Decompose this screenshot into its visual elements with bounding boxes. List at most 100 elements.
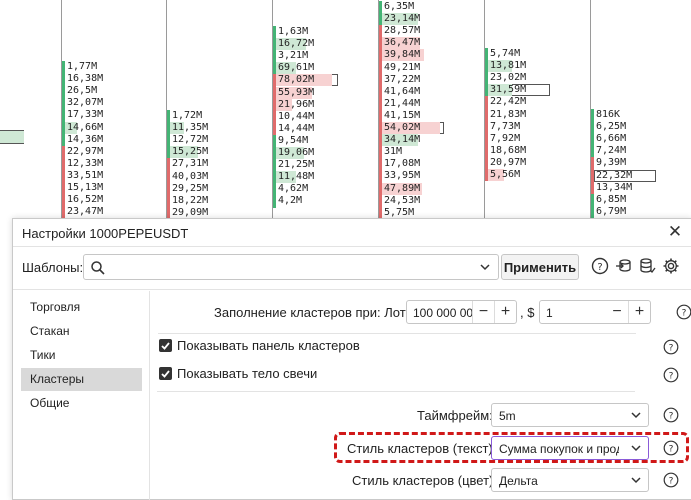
sidebar-item-clusters[interactable]: Кластеры (21, 368, 142, 391)
cluster-value: 29,25M (172, 182, 209, 194)
svg-text:?: ? (669, 372, 674, 382)
cluster-cell: 11,48M (276, 171, 338, 184)
sidebar-item-general[interactable]: Общие (21, 392, 142, 415)
cluster-value: 17,08M (384, 158, 421, 170)
style-text-select[interactable]: Сумма покупок и продаж (491, 436, 649, 460)
cluster-column: 6,35M 23,14M 28,57M 36,47M 39,84M 49,21M 37,22… (378, 0, 486, 225)
close-icon[interactable]: ✕ (665, 222, 685, 242)
apply-button[interactable]: Применить (501, 254, 579, 280)
cluster-value: 17,33M (67, 109, 104, 121)
fill-lots-increment-button[interactable]: + (494, 301, 516, 323)
cluster-value: 18,68M (490, 144, 527, 156)
cluster-cell: 47,89M (382, 182, 444, 195)
cluster-value: 37,22M (384, 73, 421, 85)
cluster-value: 21,83M (490, 108, 527, 120)
cluster-value: 15,25M (172, 146, 209, 158)
fill-lots-decrement-button[interactable]: − (472, 301, 494, 323)
cluster-value: 29,09M (172, 206, 209, 218)
cluster-value: 55,93M (278, 86, 315, 98)
cluster-cell: 9,54M (276, 135, 338, 147)
help-icon[interactable]: ? (663, 367, 679, 383)
cluster-value: 16,38M (67, 73, 104, 85)
cluster-cell: 4,2M (276, 195, 338, 207)
cluster-value: 11,48M (278, 171, 315, 183)
cluster-cell: 29,25M (170, 183, 232, 195)
sidebar-item-orderbook[interactable]: Стакан (21, 320, 142, 343)
cluster-value: 816K (596, 109, 621, 120)
help-icon[interactable]: ? (663, 407, 679, 423)
sidebar-item-trading[interactable]: Торговля (21, 296, 142, 319)
cluster-value: 14,36M (67, 133, 104, 145)
cluster-cell: 13,81M (488, 60, 550, 73)
svg-text:?: ? (669, 344, 674, 354)
style-color-select[interactable]: Дельта (491, 468, 649, 492)
cluster-cell: 6,25M (594, 121, 656, 133)
cluster-cell: 20,97M (488, 157, 550, 169)
cluster-cell: 41,15M (382, 110, 444, 122)
help-icon[interactable]: ? (590, 256, 610, 276)
fill-dollar-input[interactable]: 1 − + (539, 300, 651, 324)
cluster-value: 5,56M (490, 169, 521, 180)
cluster-cell: 6,35M (382, 1, 444, 13)
cluster-value: 33,51M (67, 169, 104, 181)
cluster-cell: 1,72M (170, 110, 232, 122)
cluster-value: 5,75M (384, 206, 415, 218)
cluster-cell: 3,21M (276, 50, 338, 62)
cluster-cell: 12,72M (170, 134, 232, 146)
cluster-value: 40,03M (172, 170, 209, 182)
cluster-value: 7,92M (490, 132, 521, 144)
cluster-cell: 16,38M (65, 73, 127, 85)
help-icon[interactable]: ? (663, 472, 679, 488)
dialog-title: Настройки 1000PEPEUSDT (22, 226, 189, 241)
cluster-cell: 5,74M (488, 48, 550, 60)
import-template-icon[interactable] (614, 256, 634, 276)
cluster-cell: 54,02M (382, 122, 444, 134)
cluster-cell: 16,72M (276, 38, 338, 51)
cluster-value: 14,66M (67, 121, 104, 133)
cluster-value: 78,02M (278, 74, 315, 86)
sidebar-item-ticks[interactable]: Тики (21, 344, 142, 367)
cluster-cell: 69,61M (276, 62, 338, 75)
cluster-cell: 55,93M (276, 86, 338, 99)
gear-icon[interactable] (661, 256, 681, 276)
cluster-value: 41,15M (384, 109, 421, 121)
cluster-cell: 11,35M (170, 122, 232, 135)
cluster-cell: 9,39M (594, 157, 656, 169)
show-body-checkbox[interactable] (159, 367, 172, 380)
cluster-cell: 4,62M (276, 183, 338, 195)
cluster-cell: 26,5M (65, 85, 127, 97)
cluster-cell: 27,31M (170, 158, 232, 170)
style-text-value: Сумма покупок и продаж (499, 442, 619, 456)
cluster-value: 13,34M (596, 181, 633, 193)
help-icon[interactable]: ? (676, 304, 691, 320)
templates-select[interactable] (83, 254, 499, 280)
fill-lots-input[interactable]: 100 000 000 − + (406, 300, 517, 324)
cluster-value: 6,35M (384, 1, 415, 12)
cluster-value: 22,97M (67, 145, 104, 157)
cluster-cell: 14,44M (276, 123, 338, 135)
cluster-value: 6,25M (596, 121, 627, 133)
database-icon[interactable] (637, 256, 657, 276)
show-panel-checkbox[interactable] (159, 339, 172, 352)
cluster-cell: 7,24M (594, 145, 656, 157)
cluster-value: 26,5M (67, 85, 98, 97)
svg-text:?: ? (669, 477, 674, 487)
cluster-value: 4,62M (278, 183, 309, 195)
cluster-cell: 28,57M (382, 25, 444, 37)
svg-text:?: ? (669, 445, 674, 455)
cluster-value: 18,22M (172, 194, 209, 206)
cluster-cell: 14,36M (65, 134, 127, 146)
cluster-value: 33,95M (384, 170, 421, 182)
cluster-value: 12,72M (172, 134, 209, 146)
cluster-column: 1,63M 16,72M 3,21M 69,61M 78,02M 55,93M 21,96M… (272, 0, 380, 225)
cluster-cell: 21,96M (276, 98, 338, 111)
cluster-value: 6,85M (596, 193, 627, 205)
fill-dollar-increment-button[interactable]: + (628, 301, 650, 323)
cluster-value: 24,53M (384, 194, 421, 206)
help-icon[interactable]: ? (663, 339, 679, 355)
help-icon[interactable]: ? (663, 440, 679, 456)
cluster-cell: 33,95M (382, 170, 444, 182)
timeframe-select[interactable]: 5m (491, 403, 649, 427)
cluster-cell: 23,47M (65, 206, 127, 218)
fill-dollar-decrement-button[interactable]: − (606, 301, 628, 323)
